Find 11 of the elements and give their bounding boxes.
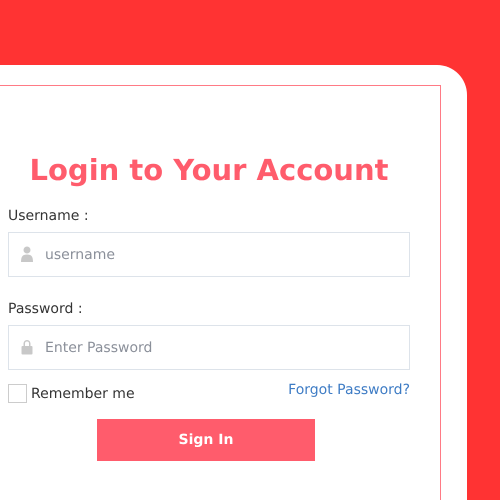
field-label: Password : xyxy=(8,300,84,319)
user-icon xyxy=(21,246,33,262)
forgot-password-link[interactable]: Forgot Password? xyxy=(288,382,410,398)
password-field[interactable]: Enter Password xyxy=(8,325,410,370)
username-field[interactable]: username xyxy=(8,232,410,277)
sign-in-button[interactable]: Sign In xyxy=(97,419,315,461)
form-title: Login to Your Account xyxy=(28,152,390,189)
remember-checkbox[interactable] xyxy=(8,384,27,403)
remember-label: Remember me xyxy=(31,386,135,402)
lock-icon xyxy=(21,339,33,355)
field-label: Username : xyxy=(8,207,90,226)
